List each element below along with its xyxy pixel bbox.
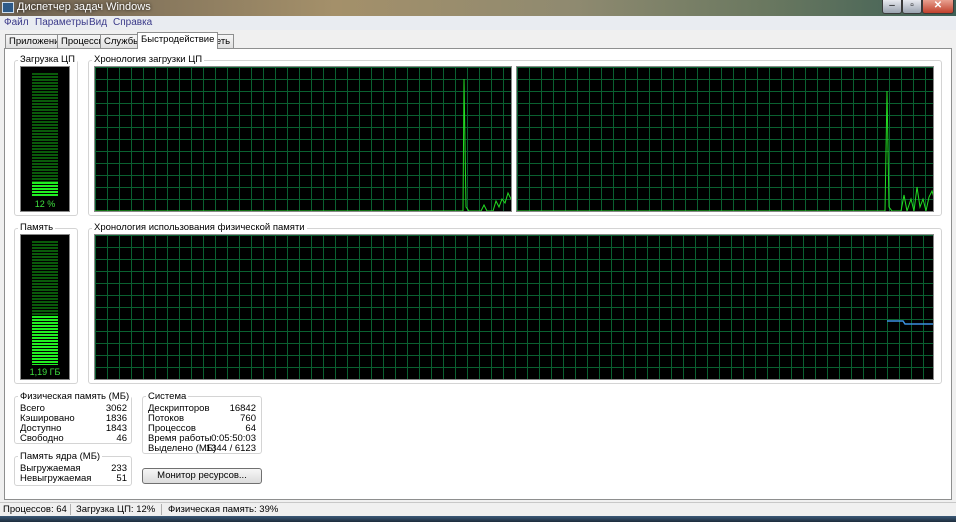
status-bar: Процессов: 64 Загрузка ЦП: 12% Физическа…	[0, 502, 956, 516]
system-title: Система	[146, 391, 189, 402]
window-title: Диспетчер задач Windows	[17, 1, 151, 13]
table-row: Выделено (МБ) 1344 / 6123	[148, 443, 256, 454]
menu-file[interactable]: Файл	[4, 17, 29, 28]
kernel-memory-nonpaged-value: 51	[116, 473, 127, 484]
table-row: Дескрипторов 16842	[148, 403, 256, 414]
table-row: Процессов 64	[148, 423, 256, 434]
title-bar: Диспетчер задач Windows ‒ ▫ ✕	[0, 0, 956, 16]
cpu-history-label: Хронология загрузки ЦП	[92, 54, 205, 65]
status-separator	[161, 504, 162, 515]
tab-performance[interactable]: Быстродействие	[137, 32, 219, 49]
table-row: Доступно 1843	[20, 423, 127, 434]
cpu-meter-fill	[32, 182, 58, 197]
physical-memory-title: Физическая память (МБ)	[18, 391, 132, 402]
task-manager-icon	[2, 2, 14, 13]
menu-bar: Файл Параметры Вид Справка	[0, 16, 956, 30]
cpu-usage-meter: 12 %	[20, 66, 70, 212]
menu-options[interactable]: Параметры	[35, 17, 88, 28]
resource-monitor-button[interactable]: Монитор ресурсов...	[142, 468, 262, 484]
cpu-usage-value: 12 %	[34, 199, 56, 209]
status-cpu: Загрузка ЦП: 12%	[76, 504, 156, 515]
system-table: Дескрипторов 16842 Потоков 760 Процессов 64…	[148, 403, 256, 454]
table-row: Потоков 760	[148, 413, 256, 424]
cpu-history-graph-core-1	[94, 66, 512, 212]
close-button[interactable]: ✕	[922, 0, 954, 14]
table-row: Время работы 0:05:50:03	[148, 433, 256, 444]
menu-view[interactable]: Вид	[89, 17, 107, 28]
physical-memory-free-label: Свободно	[20, 433, 64, 444]
cpu-meter-scale	[32, 73, 58, 197]
kernel-memory-title: Память ядра (МБ)	[18, 451, 103, 462]
cpu-history-line-core-1	[95, 78, 511, 211]
table-row: Свободно 46	[20, 433, 127, 444]
kernel-memory-table: Выгружаемая 233 Невыгружаемая 51	[20, 463, 127, 484]
table-row: Невыгружаемая 51	[20, 473, 127, 484]
system-commit-value: 1344 / 6123	[205, 443, 256, 454]
table-row: Всего 3062	[20, 403, 127, 414]
status-memory: Физическая память: 39%	[168, 504, 279, 515]
status-processes: Процессов: 64	[3, 504, 67, 515]
cpu-history-line-core-2	[517, 90, 933, 211]
cpu-usage-label: Загрузка ЦП	[18, 54, 77, 65]
taskbar	[0, 516, 956, 522]
memory-history-line	[887, 320, 933, 325]
memory-value: 1,19 ГБ	[29, 367, 61, 377]
memory-meter: 1,19 ГБ	[20, 234, 70, 380]
memory-meter-fill	[32, 316, 58, 365]
cpu-history-graph-core-2	[516, 66, 934, 212]
physical-memory-table: Всего 3062 Кэшировано 1836 Доступно 1843 Св…	[20, 403, 127, 444]
table-row: Кэшировано 1836	[20, 413, 127, 424]
memory-history-label: Хронология использования физической памя…	[92, 222, 307, 233]
minimize-button[interactable]: ‒	[882, 0, 902, 14]
table-row: Выгружаемая 233	[20, 463, 127, 474]
kernel-memory-nonpaged-label: Невыгружаемая	[20, 473, 92, 484]
memory-label: Память	[18, 222, 56, 233]
menu-help[interactable]: Справка	[113, 17, 152, 28]
status-separator	[70, 504, 71, 515]
maximize-button[interactable]: ▫	[902, 0, 922, 14]
memory-history-graph	[94, 234, 934, 380]
physical-memory-free-value: 46	[116, 433, 127, 444]
